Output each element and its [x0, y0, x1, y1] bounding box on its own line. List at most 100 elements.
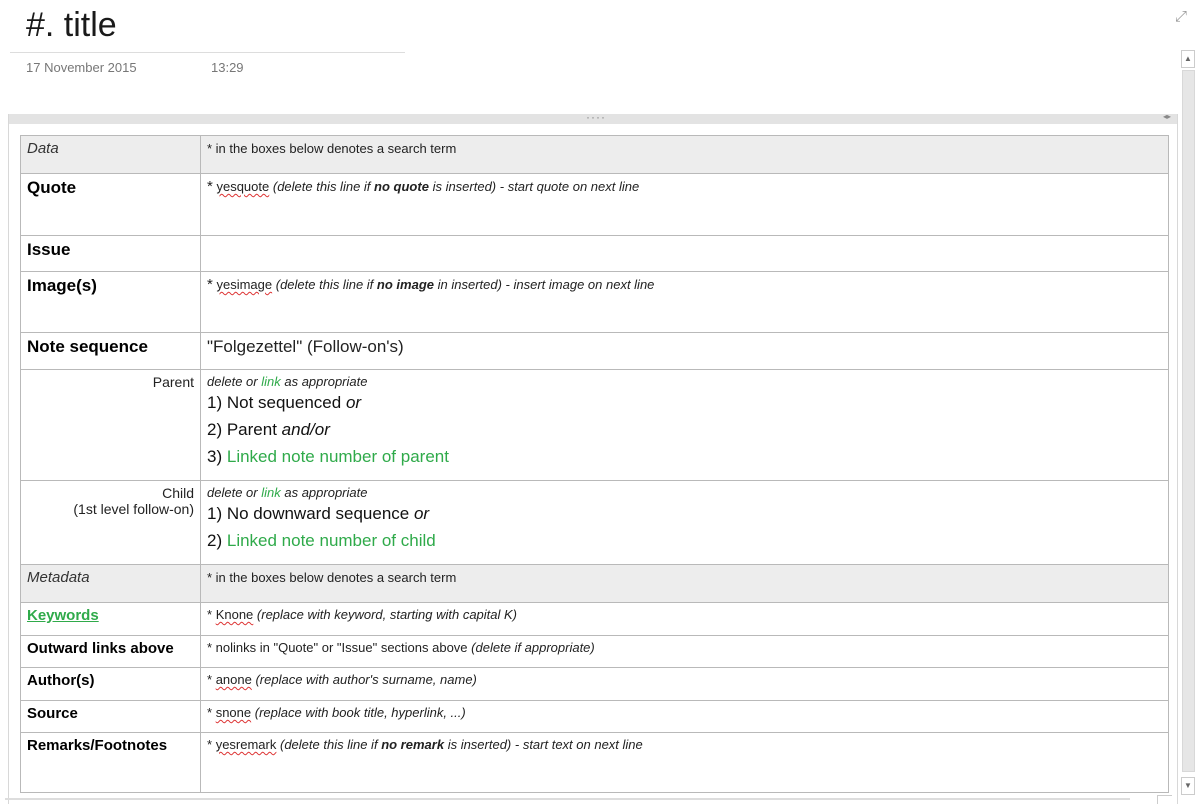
table-row-keywords: Keywords * Knone (replace with keyword, …	[20, 602, 1169, 636]
outward-links-content-cell[interactable]: * nolinks in "Quote" or "Issue" sections…	[200, 635, 1169, 668]
parent-option-1-connector: or	[345, 393, 362, 412]
child-hint-link[interactable]: link	[261, 485, 281, 500]
note-container[interactable]: ···· ◂▸ Data * in the boxes below denote…	[8, 110, 1178, 804]
remarks-content-cell[interactable]: * yesremark (delete this line if no rema…	[200, 732, 1169, 793]
outward-links-label-cell[interactable]: Outward links above	[20, 635, 201, 668]
table-row-outward-links: Outward links above * nolinks in "Quote"…	[20, 635, 1169, 668]
note-sequence-label: Note sequence	[27, 337, 148, 356]
metadata-header-label: Metadata	[27, 569, 90, 586]
data-header-note-cell[interactable]: * in the boxes below denotes a search te…	[200, 135, 1169, 174]
scroll-down-icon[interactable]: ▼	[1181, 777, 1195, 795]
table-row-parent: Parent delete or link as appropriate 1) …	[20, 369, 1169, 481]
authors-label-cell[interactable]: Author(s)	[20, 667, 201, 701]
source-label: Source	[27, 705, 78, 722]
remarks-label: Remarks/Footnotes	[27, 737, 168, 754]
parent-label-cell[interactable]: Parent	[20, 369, 201, 481]
outward-links-hint: (delete if appropriate)	[471, 640, 595, 655]
table-row-quote: Quote * yesquote (delete this line if no…	[20, 173, 1169, 236]
parent-option-1-text: 1) Not sequenced	[207, 393, 342, 412]
scrollbar-thumb[interactable]	[1182, 70, 1195, 772]
source-hint: (replace with book title, hyperlink, ...…	[254, 705, 466, 720]
image-hint-bold: no image	[376, 277, 434, 292]
search-term-marker: *	[207, 672, 213, 687]
remarks-hint: (delete this line if	[280, 737, 378, 752]
source-content-cell[interactable]: * snone (replace with book title, hyperl…	[200, 700, 1169, 733]
parent-option-1: 1) Not sequenced or	[207, 389, 1162, 416]
child-hint-end: as appropriate	[284, 485, 368, 500]
image-hint: (delete this line if	[275, 277, 374, 292]
image-search-term: yesimage	[216, 277, 273, 292]
child-option-2: 2) Linked note number of child	[207, 527, 1162, 554]
authors-search-term: anone	[215, 672, 252, 687]
resize-handle-icon[interactable]: ◂▸	[1163, 112, 1171, 121]
child-option-1-text: 1) No downward sequence	[207, 504, 410, 523]
keywords-content-cell[interactable]: * Knone (replace with keyword, starting …	[200, 602, 1169, 636]
issue-label: Issue	[27, 240, 71, 259]
parent-label: Parent	[152, 374, 194, 390]
child-hint: delete or link as appropriate	[207, 485, 1162, 500]
quote-search-term: yesquote	[216, 179, 270, 194]
source-label-cell[interactable]: Source	[20, 700, 201, 733]
keywords-label-cell[interactable]: Keywords	[20, 602, 201, 636]
authors-hint: (replace with author's surname, name)	[255, 672, 477, 687]
note-sequence-value-cell[interactable]: "Folgezettel" (Follow-on's)	[200, 332, 1169, 370]
child-option-2-number: 2)	[207, 531, 223, 550]
child-option-1: 1) No downward sequence or	[207, 500, 1162, 527]
data-header-label: Data	[27, 140, 59, 157]
quote-content-cell[interactable]: * yesquote (delete this line if no quote…	[200, 173, 1169, 236]
image-label-cell[interactable]: Image(s)	[20, 271, 201, 333]
outward-links-text: * nolinks in "Quote" or "Issue" sections…	[207, 640, 468, 655]
parent-option-2-text: 2) Parent	[207, 420, 277, 439]
authors-content-cell[interactable]: * anone (replace with author's surname, …	[200, 667, 1169, 701]
expand-arrows-icon[interactable]: ⤢	[1172, 8, 1190, 26]
table-row-authors: Author(s) * anone (replace with author's…	[20, 667, 1169, 701]
container-bar[interactable]: ···· ◂▸	[9, 110, 1177, 124]
quote-label-cell[interactable]: Quote	[20, 173, 201, 236]
outward-links-label: Outward links above	[27, 640, 174, 657]
table-row-remarks: Remarks/Footnotes * yesremark (delete th…	[20, 732, 1169, 793]
issue-label-cell[interactable]: Issue	[20, 235, 201, 272]
search-term-marker: *	[207, 607, 213, 622]
table-row-metadata-header: Metadata * in the boxes below denotes a …	[20, 564, 1169, 603]
child-link[interactable]: Linked note number of child	[227, 531, 436, 550]
metadata-header-note-cell[interactable]: * in the boxes below denotes a search te…	[200, 564, 1169, 603]
metadata-header-note: * in the boxes below denotes a search te…	[207, 570, 457, 585]
parent-option-2: 2) Parent and/or	[207, 416, 1162, 443]
issue-content-cell[interactable]	[200, 235, 1169, 272]
horizontal-scrollbar[interactable]	[0, 795, 1180, 804]
keywords-link[interactable]: Keywords	[27, 607, 99, 624]
search-term-marker: *	[207, 178, 213, 195]
remarks-search-term: yesremark	[215, 737, 277, 752]
parent-hint-link[interactable]: link	[261, 374, 281, 389]
note-sequence-label-cell[interactable]: Note sequence	[20, 332, 201, 370]
image-content-cell[interactable]: * yesimage (delete this line if no image…	[200, 271, 1169, 333]
quote-hint-bold: no quote	[374, 179, 429, 194]
child-option-1-connector: or	[413, 504, 430, 523]
page-title[interactable]: #. title	[26, 6, 117, 45]
parent-link[interactable]: Linked note number of parent	[227, 447, 449, 466]
note-sequence-value: "Folgezettel" (Follow-on's)	[207, 337, 404, 356]
quote-label: Quote	[27, 178, 77, 197]
scroll-up-icon[interactable]: ▲	[1181, 50, 1195, 68]
data-header-label-cell[interactable]: Data	[20, 135, 201, 174]
parent-hint: delete or link as appropriate	[207, 374, 1162, 389]
image-hint-end: in inserted) - insert image on next line	[437, 277, 655, 292]
source-search-term: snone	[215, 705, 252, 720]
child-content-cell[interactable]: delete or link as appropriate 1) No down…	[200, 480, 1169, 565]
child-label-cell[interactable]: Child (1st level follow-on)	[20, 480, 201, 565]
vertical-scrollbar[interactable]: ▲ ▼	[1181, 50, 1195, 795]
keywords-hint: (replace with keyword, starting with cap…	[256, 607, 518, 622]
search-term-marker: *	[207, 705, 213, 720]
parent-content-cell[interactable]: delete or link as appropriate 1) Not seq…	[200, 369, 1169, 481]
metadata-header-label-cell[interactable]: Metadata	[20, 564, 201, 603]
title-divider	[10, 52, 405, 53]
search-term-marker: *	[207, 276, 213, 293]
remarks-label-cell[interactable]: Remarks/Footnotes	[20, 732, 201, 793]
horizontal-scroll-track[interactable]	[5, 798, 1130, 800]
data-header-note: * in the boxes below denotes a search te…	[207, 141, 457, 156]
parent-hint-text: delete or	[207, 374, 258, 389]
quote-hint-end: is inserted) - start quote on next line	[432, 179, 640, 194]
drag-handle-icon[interactable]: ····	[586, 110, 606, 124]
authors-label: Author(s)	[27, 672, 95, 689]
note-template-table: Data * in the boxes below denotes a sear…	[20, 135, 1169, 793]
